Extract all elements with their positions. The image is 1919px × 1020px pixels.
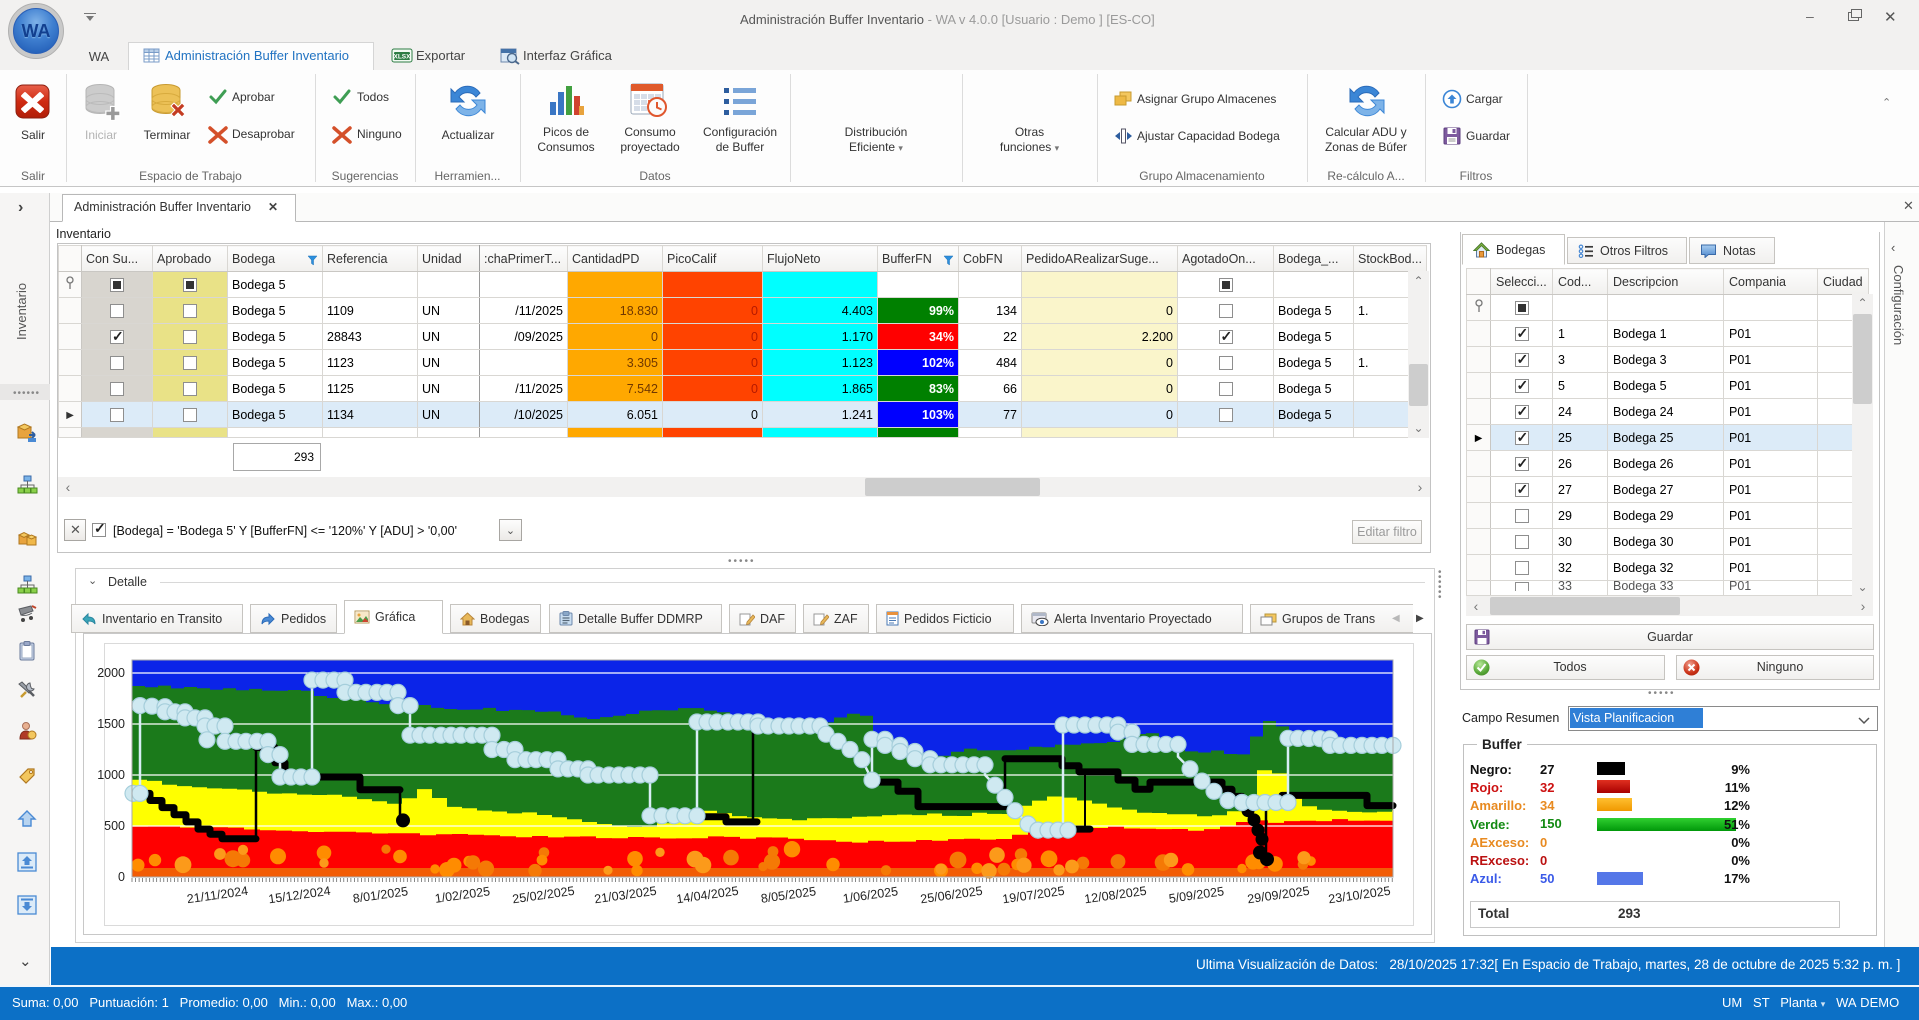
svg-text:21/11/2024: 21/11/2024 bbox=[186, 884, 249, 906]
svg-text:12/08/2025: 12/08/2025 bbox=[1083, 884, 1147, 907]
svg-text:500: 500 bbox=[104, 819, 125, 833]
svg-text:29/09/2025: 29/09/2025 bbox=[1246, 884, 1310, 907]
svg-text:1000: 1000 bbox=[97, 768, 125, 782]
svg-text:1500: 1500 bbox=[97, 717, 125, 731]
svg-text:XLSX: XLSX bbox=[394, 54, 412, 61]
svg-text:2000: 2000 bbox=[97, 666, 125, 680]
svg-text:14/04/2025: 14/04/2025 bbox=[675, 884, 739, 907]
svg-text:21/03/2025: 21/03/2025 bbox=[593, 884, 657, 907]
svg-text:1/02/2025: 1/02/2025 bbox=[434, 884, 491, 906]
svg-text:25/06/2025: 25/06/2025 bbox=[919, 884, 983, 907]
svg-text:23/10/2025: 23/10/2025 bbox=[1327, 884, 1391, 907]
svg-text:1/06/2025: 1/06/2025 bbox=[842, 884, 899, 906]
svg-text:19/07/2025: 19/07/2025 bbox=[1001, 884, 1065, 907]
svg-text:5/09/2025: 5/09/2025 bbox=[1168, 884, 1225, 906]
svg-text:8/05/2025: 8/05/2025 bbox=[760, 884, 817, 906]
svg-text:8/01/2025: 8/01/2025 bbox=[352, 884, 409, 906]
svg-text:15/12/2024: 15/12/2024 bbox=[267, 884, 331, 907]
svg-text:0: 0 bbox=[118, 870, 125, 884]
svg-text:25/02/2025: 25/02/2025 bbox=[511, 884, 575, 907]
